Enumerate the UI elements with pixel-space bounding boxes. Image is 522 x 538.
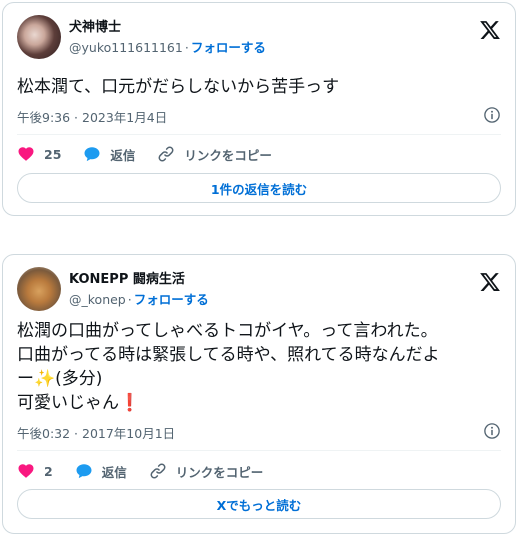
read-more-on-x-button[interactable]: Xでもっと読む <box>17 489 501 519</box>
timestamp[interactable]: 午後9:36 · 2023年1月4日 <box>17 107 167 126</box>
author-info: 犬神博士 @yuko111611161 · フォローする <box>69 20 266 57</box>
reply-label: 返信 <box>110 147 136 163</box>
tweet-text-line: 口曲がってる時は緊張してる時や、照れてる時なんだよ <box>17 345 440 365</box>
handle-row: @yuko111611161 · フォローする <box>69 39 266 57</box>
separator-dot: · <box>127 292 132 307</box>
tweet-text-line: ー✨(多分) <box>17 369 103 389</box>
tweet-text: 松本潤て、口元がだらしないから苦手っす <box>17 75 339 99</box>
reply-bubble-icon <box>84 147 100 162</box>
link-icon <box>158 146 174 162</box>
copy-link-label: リンクをコピー <box>175 464 264 480</box>
like-count: 2 <box>44 463 53 479</box>
copy-link-button[interactable]: リンクをコピー <box>149 462 264 481</box>
follow-link[interactable]: フォローする <box>134 292 209 307</box>
read-replies-button[interactable]: 1件の返信を読む <box>17 173 501 203</box>
copy-link-button[interactable]: リンクをコピー <box>157 145 272 164</box>
handle[interactable]: @_konep <box>69 292 126 307</box>
display-name[interactable]: 犬神博士 <box>69 20 266 36</box>
tweet-header: KONEPP 闘病生活 @_konep · フォローする <box>17 267 501 317</box>
timestamp[interactable]: 午後0:32 · 2017年10月1日 <box>17 423 175 442</box>
tweet-text-line: 松潤の口曲がってしゃべるトコがイヤ。って言われた。 <box>17 321 438 341</box>
heart-icon <box>18 147 34 161</box>
display-name[interactable]: KONEPP 闘病生活 <box>69 272 209 288</box>
action-bar: 2 返信 リンクをコピー <box>17 460 285 482</box>
info-icon[interactable] <box>483 106 501 124</box>
tweet-card: KONEPP 闘病生活 @_konep · フォローする 松潤の口曲がってしゃべるト… <box>2 254 516 534</box>
tweet-text-line: 松本潤て、口元がだらしないから苦手っす <box>17 77 340 97</box>
tweet-header: 犬神博士 @yuko111611161 · フォローする <box>17 15 501 65</box>
reply-button[interactable]: 返信 <box>83 145 135 164</box>
like-button[interactable]: 25 <box>17 145 61 163</box>
like-count: 25 <box>44 146 62 162</box>
copy-link-label: リンクをコピー <box>184 147 272 163</box>
x-logo-icon[interactable] <box>479 271 501 293</box>
follow-link[interactable]: フォローする <box>191 40 266 55</box>
info-icon[interactable] <box>483 422 501 440</box>
separator-dot: · <box>184 40 189 55</box>
reply-button[interactable]: 返信 <box>75 462 127 481</box>
x-logo-icon[interactable] <box>479 19 501 41</box>
tweet-text: 松潤の口曲がってしゃべるトコがイヤ。って言われた。 口曲がってる時は緊張してる時… <box>17 319 440 415</box>
reply-bubble-icon <box>76 464 92 479</box>
avatar[interactable] <box>17 15 61 59</box>
handle[interactable]: @yuko111611161 <box>69 40 183 55</box>
tweet-text-line: 可愛いじゃん❗ <box>17 393 141 413</box>
divider <box>17 450 501 451</box>
heart-icon <box>18 464 34 478</box>
divider <box>17 134 501 135</box>
author-info: KONEPP 闘病生活 @_konep · フォローする <box>69 272 209 309</box>
action-bar: 25 返信 リンクをコピー <box>17 143 294 165</box>
avatar[interactable] <box>17 267 61 311</box>
tweet-card: 犬神博士 @yuko111611161 · フォローする 松本潤て、口元がだらしない… <box>2 2 516 216</box>
link-icon <box>150 463 166 479</box>
reply-label: 返信 <box>101 464 127 480</box>
like-button[interactable]: 2 <box>17 462 53 480</box>
handle-row: @_konep · フォローする <box>69 291 209 309</box>
